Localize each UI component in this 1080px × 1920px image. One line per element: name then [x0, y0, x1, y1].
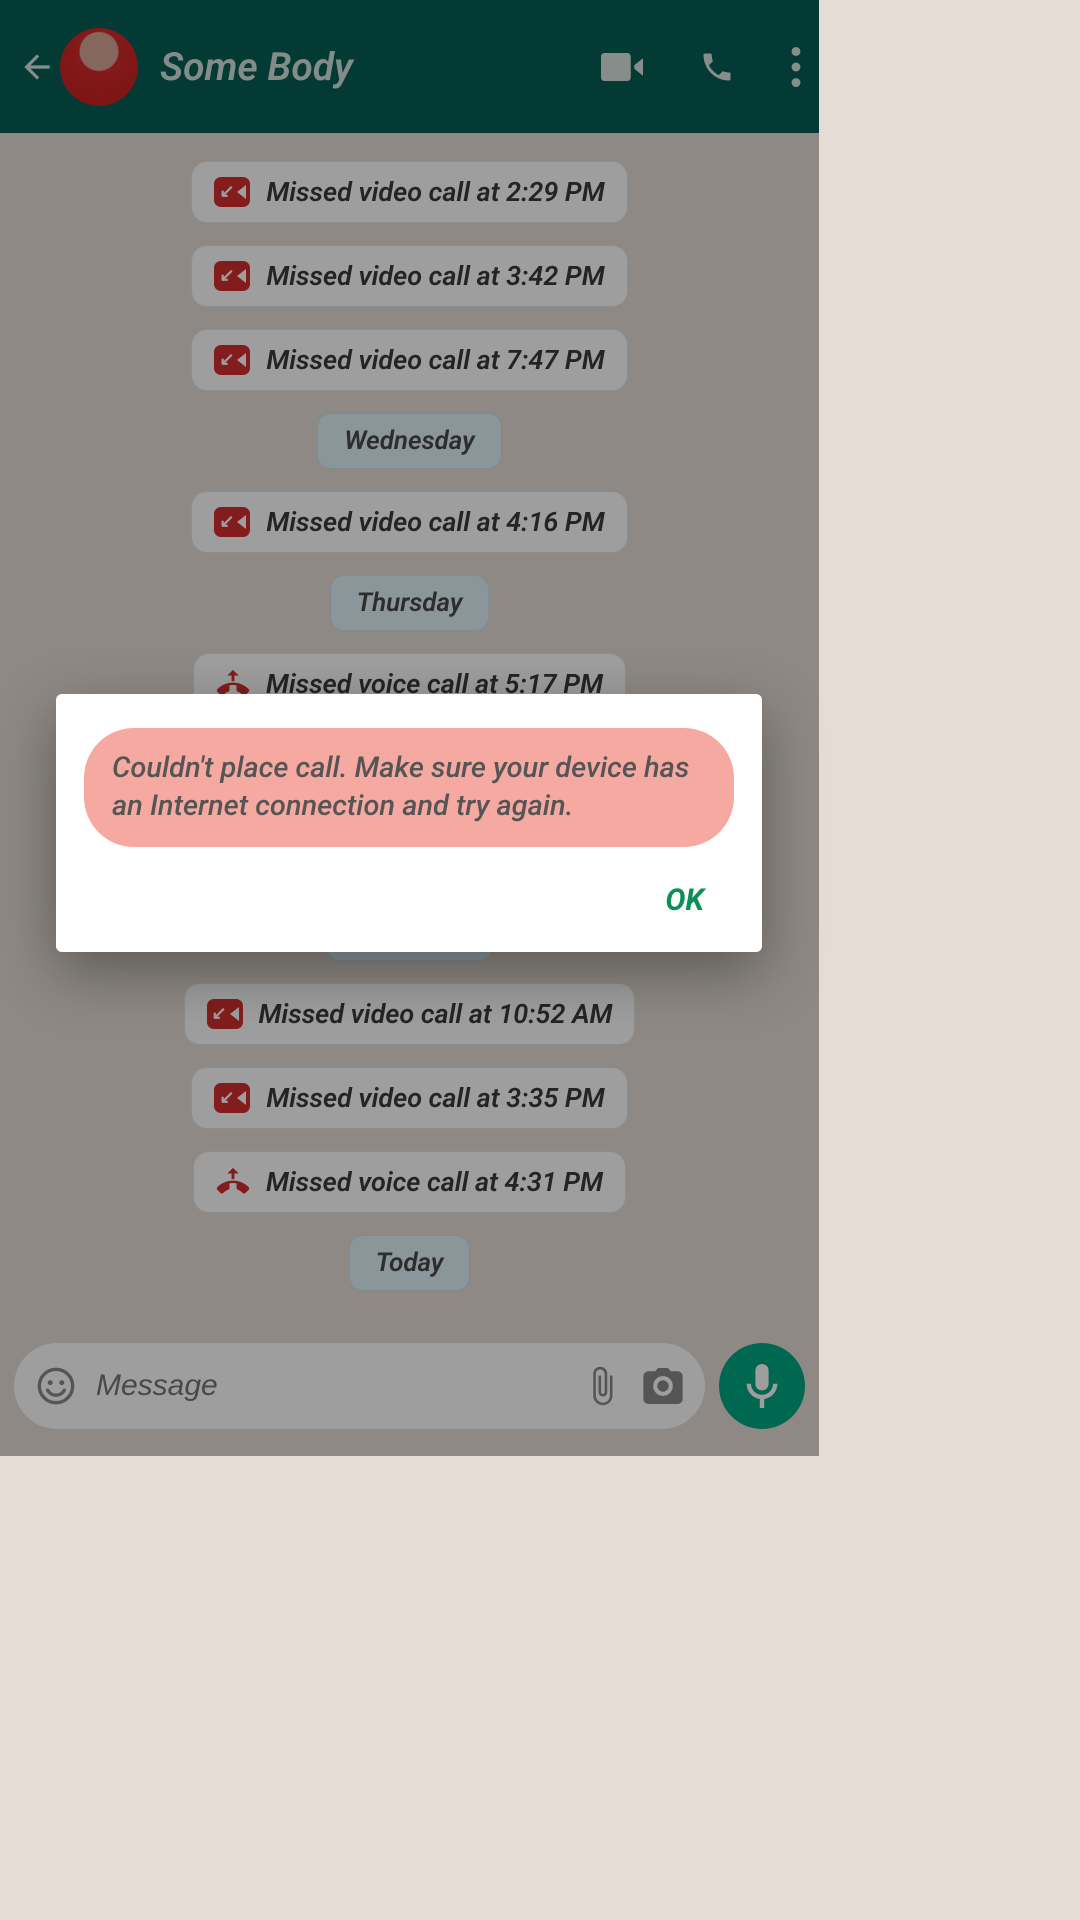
missed-video-icon: ↙: [214, 177, 250, 207]
missed-call-chip: Missed voice call at 4:31 PM: [0, 1151, 819, 1213]
message-input[interactable]: [96, 1369, 561, 1403]
missed-video-icon: ↙: [214, 507, 250, 537]
voice-record-button[interactable]: [719, 1343, 805, 1429]
attachment-icon[interactable]: [581, 1365, 623, 1407]
missed-video-icon: ↙: [214, 345, 250, 375]
call-event[interactable]: Missed voice call at 4:31 PM: [193, 1151, 626, 1213]
call-event-text: Missed video call at 7:47 PM: [266, 344, 604, 376]
date-label: Wednesday: [317, 413, 501, 469]
camera-icon[interactable]: [643, 1368, 683, 1404]
call-event-text: Missed video call at 3:42 PM: [266, 260, 604, 292]
call-event-text: Missed video call at 3:35 PM: [266, 1082, 604, 1114]
call-event-text: Missed voice call at 4:31 PM: [266, 1166, 603, 1198]
chat-header: Some Body: [0, 0, 819, 133]
call-event[interactable]: ↙ Missed video call at 3:42 PM: [191, 245, 627, 307]
back-button[interactable]: [18, 48, 56, 86]
call-event[interactable]: ↙ Missed video call at 10:52 AM: [184, 983, 636, 1045]
date-label: Thursday: [330, 575, 490, 631]
missed-call-chip: ↙ Missed video call at 2:29 PM: [0, 161, 819, 223]
contact-name[interactable]: Some Body: [160, 44, 601, 90]
missed-voice-icon: [216, 1167, 250, 1197]
date-separator: Today: [0, 1235, 819, 1291]
missed-video-icon: ↙: [214, 1083, 250, 1113]
missed-call-chip: ↙ Missed video call at 3:35 PM: [0, 1067, 819, 1129]
call-event[interactable]: ↙ Missed video call at 3:35 PM: [191, 1067, 627, 1129]
missed-video-icon: ↙: [214, 261, 250, 291]
ok-button[interactable]: OK: [635, 873, 734, 928]
call-event[interactable]: ↙ Missed video call at 7:47 PM: [191, 329, 627, 391]
voice-call-icon[interactable]: [699, 49, 735, 85]
missed-call-chip: ↙ Missed video call at 4:16 PM: [0, 491, 819, 553]
call-event[interactable]: ↙ Missed video call at 2:29 PM: [191, 161, 627, 223]
header-actions: [601, 47, 801, 87]
missed-call-chip: ↙ Missed video call at 7:47 PM: [0, 329, 819, 391]
error-message: Couldn't place call. Make sure your devi…: [84, 728, 734, 847]
arrow-left-icon: [18, 48, 56, 86]
emoji-icon[interactable]: [36, 1366, 76, 1406]
date-separator: Wednesday: [0, 413, 819, 469]
more-options-icon[interactable]: [791, 47, 801, 87]
date-label: Today: [349, 1235, 471, 1291]
contact-avatar[interactable]: [60, 28, 138, 106]
video-call-icon[interactable]: [601, 52, 643, 82]
message-field[interactable]: [14, 1343, 705, 1429]
missed-call-chip: ↙ Missed video call at 10:52 AM: [0, 983, 819, 1045]
error-dialog: Couldn't place call. Make sure your devi…: [56, 694, 762, 952]
date-separator: Thursday: [0, 575, 819, 631]
call-event-text: Missed video call at 4:16 PM: [266, 506, 604, 538]
input-bar: [0, 1336, 819, 1456]
call-event[interactable]: ↙ Missed video call at 4:16 PM: [191, 491, 627, 553]
dialog-actions: OK: [84, 873, 734, 928]
call-event-text: Missed video call at 10:52 AM: [259, 998, 613, 1030]
microphone-icon: [745, 1364, 779, 1408]
missed-call-chip: ↙ Missed video call at 3:42 PM: [0, 245, 819, 307]
call-event-text: Missed video call at 2:29 PM: [266, 176, 604, 208]
missed-video-icon: ↙: [207, 999, 243, 1029]
